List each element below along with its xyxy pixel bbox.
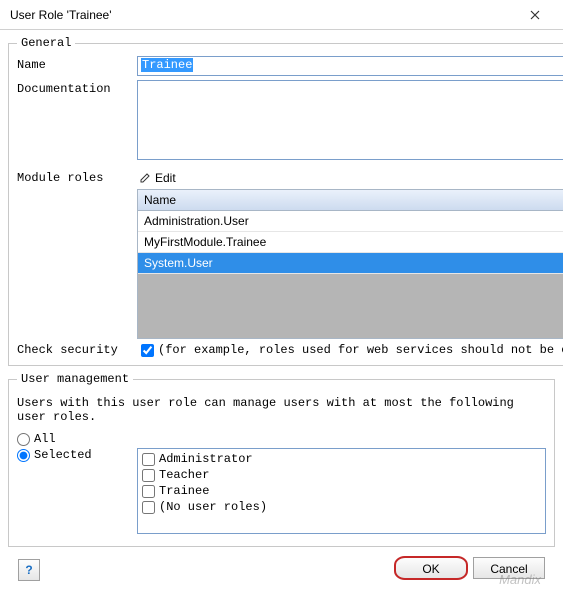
radio-selected[interactable] xyxy=(17,449,30,462)
user-management-legend: User management xyxy=(17,372,133,386)
role-checkbox[interactable] xyxy=(142,485,155,498)
close-button[interactable] xyxy=(515,1,555,29)
user-management-group: User management Users with this user rol… xyxy=(8,372,555,547)
radio-all-label: All xyxy=(34,432,56,446)
general-group: General Name Trainee Documentation Modul… xyxy=(8,36,563,366)
table-cell: Administration.User xyxy=(144,214,249,228)
name-input[interactable]: Trainee xyxy=(137,56,563,76)
documentation-label: Documentation xyxy=(17,80,137,96)
role-label: (No user roles) xyxy=(159,500,267,514)
list-item[interactable]: (No user roles) xyxy=(142,499,541,515)
titlebar: User Role 'Trainee' xyxy=(0,0,563,30)
table-cell: System.User xyxy=(144,256,213,270)
check-security-label: Check security xyxy=(17,343,137,357)
check-security-checkbox[interactable] xyxy=(141,344,154,357)
role-checkbox[interactable] xyxy=(142,453,155,466)
window-title: User Role 'Trainee' xyxy=(10,8,515,22)
list-item[interactable]: Administrator xyxy=(142,451,541,467)
name-label: Name xyxy=(17,56,137,72)
list-item[interactable]: Trainee xyxy=(142,483,541,499)
module-roles-table[interactable]: Name ▲ Administration.User MyFirstModule… xyxy=(137,189,563,339)
radio-selected-label: Selected xyxy=(34,448,92,462)
role-label: Administrator xyxy=(159,452,253,466)
radio-all[interactable] xyxy=(17,433,30,446)
role-checkbox[interactable] xyxy=(142,469,155,482)
table-header[interactable]: Name ▲ xyxy=(138,190,563,211)
table-row[interactable]: System.User xyxy=(138,253,563,274)
role-label: Trainee xyxy=(159,484,209,498)
list-item[interactable]: Teacher xyxy=(142,467,541,483)
table-row[interactable]: Administration.User xyxy=(138,211,563,232)
edit-label: Edit xyxy=(155,171,176,185)
cancel-button[interactable]: Cancel xyxy=(473,557,545,579)
table-row[interactable]: MyFirstModule.Trainee xyxy=(138,232,563,253)
module-roles-label: Module roles xyxy=(17,169,137,185)
edit-button[interactable]: Edit xyxy=(139,171,176,185)
name-value: Trainee xyxy=(141,58,193,72)
general-legend: General xyxy=(17,36,75,50)
role-checkbox[interactable] xyxy=(142,501,155,514)
selected-roles-box: Administrator Teacher Trainee (No user r… xyxy=(137,448,546,534)
pencil-icon xyxy=(139,172,151,184)
check-security-desc: (for example, roles used for web service… xyxy=(158,343,563,357)
help-button[interactable]: ? xyxy=(18,559,40,581)
role-label: Teacher xyxy=(159,468,209,482)
close-icon xyxy=(530,10,540,20)
help-icon: ? xyxy=(25,563,32,577)
ok-button[interactable]: OK xyxy=(395,557,467,579)
table-cell: MyFirstModule.Trainee xyxy=(144,235,266,249)
table-header-name: Name xyxy=(144,193,176,207)
user-management-desc: Users with this user role can manage use… xyxy=(17,396,546,424)
documentation-input[interactable] xyxy=(137,80,563,160)
